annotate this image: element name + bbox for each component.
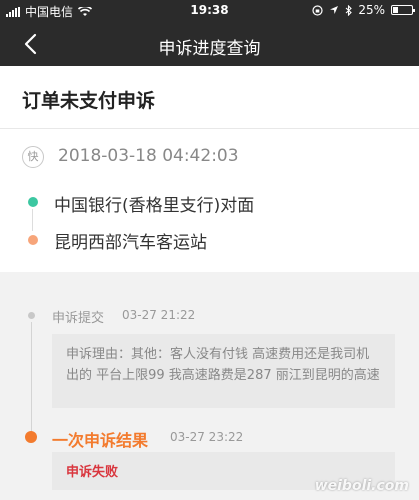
orientation-lock-icon — [312, 4, 323, 16]
battery-fill — [393, 7, 398, 13]
order-card: 订单未支付申诉 快 2018-03-18 04:42:03 中国银行(香格里支行… — [0, 66, 419, 272]
end-location: 昆明西部汽车客运站 — [54, 233, 207, 253]
start-location: 中国银行(香格里支行)对面 — [54, 196, 255, 216]
order-datetime: 2018-03-18 04:42:03 — [58, 146, 239, 166]
timeline-dot-result — [25, 431, 37, 443]
timeline-line — [31, 322, 32, 432]
step-submitted-time: 03-27 21:22 — [122, 308, 196, 322]
step-result-label: 一次申诉结果 — [52, 431, 149, 450]
bluetooth-icon — [345, 4, 353, 16]
appeal-reason: 申诉理由：其他：客人没有付钱 高速费用还是我司机出的 平台上限99 我高速路费是… — [52, 334, 395, 408]
ride-type-badge: 快 — [22, 146, 44, 168]
status-bar: 中国电信 19:38 25% — [0, 0, 419, 22]
order-title: 订单未支付申诉 — [22, 90, 156, 112]
watermark: weiboli.com — [314, 478, 409, 494]
step-submitted-label: 申诉提交 — [52, 311, 105, 326]
battery-percent: 25% — [358, 3, 385, 17]
nav-bar: 申诉进度查询 — [0, 22, 419, 66]
step-result-time: 03-27 23:22 — [170, 430, 244, 444]
status-bar-right: 25% — [312, 3, 415, 17]
timeline-dot-submitted — [28, 312, 35, 319]
battery-icon — [391, 5, 415, 15]
location-icon — [330, 6, 339, 14]
start-location-dot — [28, 197, 38, 207]
order-divider — [0, 128, 419, 129]
route-connector — [32, 209, 33, 231]
page-title: 申诉进度查询 — [158, 39, 261, 59]
end-location-dot — [28, 235, 38, 245]
